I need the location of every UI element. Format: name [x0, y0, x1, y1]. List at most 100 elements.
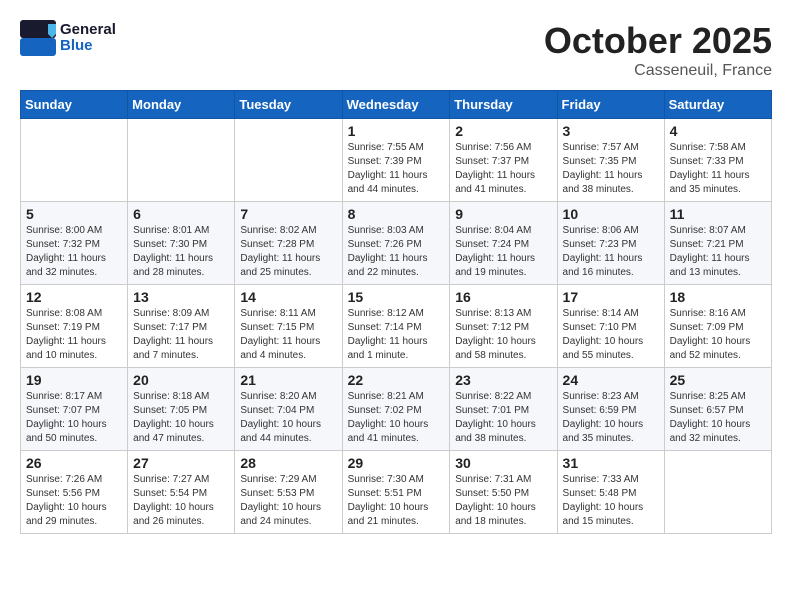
calendar-week-row: 12Sunrise: 8:08 AM Sunset: 7:19 PM Dayli… [21, 285, 772, 368]
day-number: 10 [563, 206, 659, 222]
calendar-day-9: 9 Sunrise: 8:04 AM Sunset: 7:24 PM Daylig… [450, 202, 557, 285]
calendar-day-6: 6Sunrise: 8:01 AM Sunset: 7:30 PM Daylig… [128, 202, 235, 285]
calendar-day-12: 12Sunrise: 8:08 AM Sunset: 7:19 PM Dayli… [21, 285, 128, 368]
day-number: 27 [133, 455, 229, 471]
weekday-header-friday: Friday [557, 91, 664, 119]
day-info: Sunrise: 8:06 AM Sunset: 7:23 PM Dayligh… [563, 224, 659, 280]
day-info: Sunrise: 7:55 AM Sunset: 7:39 PM Dayligh… [348, 141, 445, 197]
day-number: 8 [348, 206, 445, 222]
day-number: 23 [455, 372, 551, 388]
calendar-day-11: 11Sunrise: 8:07 AM Sunset: 7:21 PM Dayli… [664, 202, 771, 285]
day-number: 24 [563, 372, 659, 388]
day-info: Sunrise: 8:21 AM Sunset: 7:02 PM Dayligh… [348, 390, 445, 446]
calendar-day-18: 18Sunrise: 8:16 AM Sunset: 7:09 PM Dayli… [664, 285, 771, 368]
calendar-day-3: 3Sunrise: 7:57 AM Sunset: 7:35 PM Daylig… [557, 119, 664, 202]
page-header: General Blue October 2025 Casseneuil, Fr… [20, 20, 772, 80]
day-info: Sunrise: 8:22 AM Sunset: 7:01 PM Dayligh… [455, 390, 551, 446]
day-info: Sunrise: 8:02 AM Sunset: 7:28 PM Dayligh… [240, 224, 336, 280]
weekday-header-wednesday: Wednesday [342, 91, 450, 119]
weekday-header-thursday: Thursday [450, 91, 557, 119]
calendar-week-row: 19 Sunrise: 8:17 AM Sunset: 7:07 PM Dayli… [21, 368, 772, 451]
day-number: 15 [348, 289, 445, 305]
day-info: Sunrise: 7:29 AM Sunset: 5:53 PM Dayligh… [240, 473, 336, 529]
day-number: 4 [670, 123, 766, 139]
day-number: 28 [240, 455, 336, 471]
day-info: Sunrise: 8:20 AM Sunset: 7:04 PM Dayligh… [240, 390, 336, 446]
day-info: Sunrise: 8:12 AM Sunset: 7:14 PM Dayligh… [348, 307, 445, 363]
logo-general: General [60, 22, 116, 39]
day-info: Sunrise: 8:07 AM Sunset: 7:21 PM Dayligh… [670, 224, 766, 280]
day-info: Sunrise: 7:33 AM Sunset: 5:48 PM Dayligh… [563, 473, 659, 529]
day-number: 29 [348, 455, 445, 471]
day-info: Sunrise: 8:01 AM Sunset: 7:30 PM Dayligh… [133, 224, 229, 280]
day-info: Sunrise: 8:17 AM Sunset: 7:07 PM Dayligh… [26, 390, 122, 446]
day-number: 31 [563, 455, 659, 471]
day-number: 22 [348, 372, 445, 388]
calendar-day-15: 15 Sunrise: 8:12 AM Sunset: 7:14 PM Dayli… [342, 285, 450, 368]
calendar-day-16: 16Sunrise: 8:13 AM Sunset: 7:12 PM Dayli… [450, 285, 557, 368]
day-number: 2 [455, 123, 551, 139]
day-info: Sunrise: 7:56 AM Sunset: 7:37 PM Dayligh… [455, 141, 551, 197]
calendar-day-17: 17 Sunrise: 8:14 AM Sunset: 7:10 PM Dayli… [557, 285, 664, 368]
day-info: Sunrise: 7:58 AM Sunset: 7:33 PM Dayligh… [670, 141, 766, 197]
day-number: 18 [670, 289, 766, 305]
day-info: Sunrise: 8:25 AM Sunset: 6:57 PM Dayligh… [670, 390, 766, 446]
day-number: 1 [348, 123, 445, 139]
day-number: 17 [563, 289, 659, 305]
weekday-header-tuesday: Tuesday [235, 91, 342, 119]
day-info: Sunrise: 8:13 AM Sunset: 7:12 PM Dayligh… [455, 307, 551, 363]
calendar-day-19: 19 Sunrise: 8:17 AM Sunset: 7:07 PM Dayli… [21, 368, 128, 451]
weekday-header-saturday: Saturday [664, 91, 771, 119]
calendar-day-13: 13Sunrise: 8:09 AM Sunset: 7:17 PM Dayli… [128, 285, 235, 368]
calendar-day-20: 20 Sunrise: 8:18 AM Sunset: 7:05 PM Dayli… [128, 368, 235, 451]
calendar-day-31: 31 Sunrise: 7:33 AM Sunset: 5:48 PM Dayli… [557, 451, 664, 534]
day-number: 5 [26, 206, 122, 222]
calendar-day-27: 27 Sunrise: 7:27 AM Sunset: 5:54 PM Dayli… [128, 451, 235, 534]
calendar-week-row: 5 Sunrise: 8:00 AM Sunset: 7:32 PM Daylig… [21, 202, 772, 285]
calendar-day-5: 5 Sunrise: 8:00 AM Sunset: 7:32 PM Daylig… [21, 202, 128, 285]
day-info: Sunrise: 8:11 AM Sunset: 7:15 PM Dayligh… [240, 307, 336, 363]
calendar-empty-cell [235, 119, 342, 202]
calendar-table: SundayMondayTuesdayWednesdayThursdayFrid… [20, 90, 772, 534]
calendar-day-29: 29Sunrise: 7:30 AM Sunset: 5:51 PM Dayli… [342, 451, 450, 534]
day-number: 26 [26, 455, 122, 471]
calendar-day-25: 25Sunrise: 8:25 AM Sunset: 6:57 PM Dayli… [664, 368, 771, 451]
day-number: 7 [240, 206, 336, 222]
calendar-empty-cell [664, 451, 771, 534]
location: Casseneuil, France [544, 62, 772, 80]
logo-icon [20, 20, 56, 56]
day-info: Sunrise: 8:18 AM Sunset: 7:05 PM Dayligh… [133, 390, 229, 446]
calendar-day-7: 7 Sunrise: 8:02 AM Sunset: 7:28 PM Daylig… [235, 202, 342, 285]
day-info: Sunrise: 8:04 AM Sunset: 7:24 PM Dayligh… [455, 224, 551, 280]
day-number: 9 [455, 206, 551, 222]
calendar-day-21: 21 Sunrise: 8:20 AM Sunset: 7:04 PM Dayli… [235, 368, 342, 451]
calendar-header-row: SundayMondayTuesdayWednesdayThursdayFrid… [21, 91, 772, 119]
calendar-week-row: 1 Sunrise: 7:55 AM Sunset: 7:39 PM Daylig… [21, 119, 772, 202]
month-title: October 2025 [544, 20, 772, 62]
calendar-day-30: 30Sunrise: 7:31 AM Sunset: 5:50 PM Dayli… [450, 451, 557, 534]
calendar-day-24: 24 Sunrise: 8:23 AM Sunset: 6:59 PM Dayli… [557, 368, 664, 451]
calendar-day-2: 2 Sunrise: 7:56 AM Sunset: 7:37 PM Daylig… [450, 119, 557, 202]
day-info: Sunrise: 8:23 AM Sunset: 6:59 PM Dayligh… [563, 390, 659, 446]
day-number: 14 [240, 289, 336, 305]
day-info: Sunrise: 7:26 AM Sunset: 5:56 PM Dayligh… [26, 473, 122, 529]
calendar-day-10: 10 Sunrise: 8:06 AM Sunset: 7:23 PM Dayli… [557, 202, 664, 285]
logo-blue: Blue [60, 38, 116, 55]
calendar-day-1: 1 Sunrise: 7:55 AM Sunset: 7:39 PM Daylig… [342, 119, 450, 202]
day-info: Sunrise: 8:14 AM Sunset: 7:10 PM Dayligh… [563, 307, 659, 363]
day-info: Sunrise: 8:08 AM Sunset: 7:19 PM Dayligh… [26, 307, 122, 363]
day-number: 20 [133, 372, 229, 388]
day-info: Sunrise: 7:27 AM Sunset: 5:54 PM Dayligh… [133, 473, 229, 529]
calendar-empty-cell [21, 119, 128, 202]
calendar-empty-cell [128, 119, 235, 202]
calendar-day-8: 8 Sunrise: 8:03 AM Sunset: 7:26 PM Daylig… [342, 202, 450, 285]
calendar-day-14: 14 Sunrise: 8:11 AM Sunset: 7:15 PM Dayli… [235, 285, 342, 368]
calendar-day-23: 23 Sunrise: 8:22 AM Sunset: 7:01 PM Dayli… [450, 368, 557, 451]
day-info: Sunrise: 8:03 AM Sunset: 7:26 PM Dayligh… [348, 224, 445, 280]
day-number: 19 [26, 372, 122, 388]
day-number: 21 [240, 372, 336, 388]
logo: General Blue [20, 20, 116, 56]
title-block: October 2025 Casseneuil, France [544, 20, 772, 80]
day-info: Sunrise: 8:00 AM Sunset: 7:32 PM Dayligh… [26, 224, 122, 280]
calendar-week-row: 26 Sunrise: 7:26 AM Sunset: 5:56 PM Dayli… [21, 451, 772, 534]
